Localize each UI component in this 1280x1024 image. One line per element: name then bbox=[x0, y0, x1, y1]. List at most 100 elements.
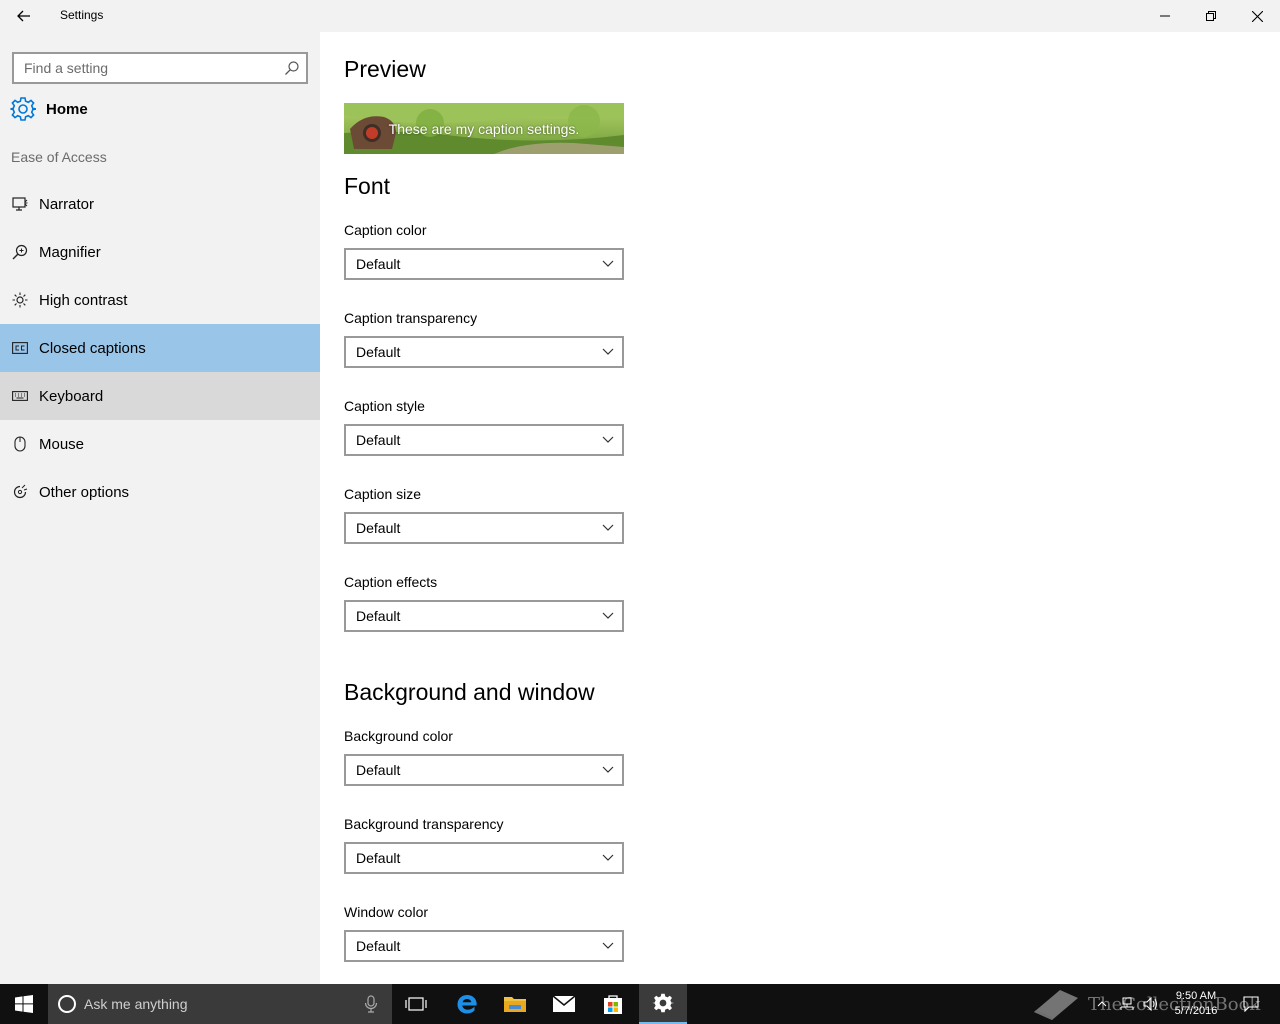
search-icon[interactable] bbox=[284, 60, 300, 76]
restore-icon bbox=[1206, 11, 1216, 21]
sidebar-item-magnifier[interactable]: Magnifier bbox=[0, 228, 320, 276]
gear-icon bbox=[10, 97, 36, 121]
main-content: Preview These are my caption settings. F… bbox=[320, 32, 1280, 984]
keyboard-icon bbox=[12, 388, 28, 404]
chevron-down-icon bbox=[602, 348, 614, 355]
sidebar-item-mouse[interactable]: Mouse bbox=[0, 420, 320, 468]
mail-button[interactable] bbox=[540, 984, 588, 1024]
store-icon bbox=[604, 995, 622, 1014]
caption-effects-dropdown[interactable]: Default bbox=[344, 600, 624, 632]
chevron-down-icon bbox=[602, 524, 614, 531]
home-label: Home bbox=[46, 100, 88, 118]
caption-effects-label: Caption effects bbox=[344, 574, 438, 590]
clock[interactable]: 9:50 AM 5/7/2016 bbox=[1166, 989, 1226, 1019]
file-explorer-button[interactable] bbox=[491, 984, 539, 1024]
minimize-button[interactable] bbox=[1142, 0, 1188, 32]
background-transparency-label: Background transparency bbox=[344, 816, 504, 832]
high-contrast-icon bbox=[12, 292, 28, 308]
volume-button[interactable] bbox=[1140, 984, 1162, 1024]
window-color-dropdown[interactable]: Default bbox=[344, 930, 624, 962]
background-color-label: Background color bbox=[344, 728, 453, 744]
closed-captions-icon bbox=[12, 340, 28, 356]
store-button[interactable] bbox=[589, 984, 637, 1024]
microphone-icon[interactable] bbox=[364, 995, 378, 1013]
section-title: Ease of Access bbox=[11, 149, 107, 165]
windows-logo-icon bbox=[15, 995, 33, 1013]
start-button[interactable] bbox=[0, 984, 48, 1024]
chevron-down-icon bbox=[602, 436, 614, 443]
chevron-down-icon bbox=[602, 854, 614, 861]
mail-icon bbox=[552, 995, 576, 1012]
caption-effects-value: Default bbox=[356, 608, 401, 624]
restore-button[interactable] bbox=[1188, 0, 1234, 32]
settings-taskbar-button[interactable] bbox=[639, 984, 687, 1024]
caption-size-dropdown[interactable]: Default bbox=[344, 512, 624, 544]
taskbar: Ask me anything TheCollectionBook 9:50 A… bbox=[0, 984, 1280, 1024]
background-transparency-value: Default bbox=[356, 850, 401, 866]
font-heading: Font bbox=[344, 173, 391, 199]
minimize-icon bbox=[1160, 15, 1170, 17]
back-button[interactable] bbox=[8, 4, 40, 28]
caption-transparency-label: Caption transparency bbox=[344, 310, 478, 326]
caption-color-label: Caption color bbox=[344, 222, 427, 238]
sidebar-item-label: Narrator bbox=[39, 195, 95, 213]
close-icon bbox=[1251, 10, 1263, 22]
caption-color-dropdown[interactable]: Default bbox=[344, 248, 624, 280]
mouse-icon bbox=[12, 436, 28, 452]
preview-heading: Preview bbox=[344, 56, 426, 82]
close-button[interactable] bbox=[1234, 0, 1280, 32]
back-arrow-icon bbox=[17, 10, 30, 22]
sidebar-item-label: Other options bbox=[39, 483, 130, 501]
chevron-down-icon bbox=[602, 612, 614, 619]
folder-icon bbox=[504, 997, 526, 1012]
sidebar-item-label: Keyboard bbox=[39, 387, 104, 405]
other-options-icon bbox=[12, 484, 28, 500]
sidebar-item-label: High contrast bbox=[39, 291, 128, 309]
clock-date: 5/7/2016 bbox=[1174, 1005, 1218, 1017]
task-view-button[interactable] bbox=[392, 984, 440, 1024]
cortana-icon bbox=[58, 995, 76, 1013]
book-logo-icon bbox=[1034, 990, 1078, 1020]
caption-color-value: Default bbox=[356, 256, 401, 272]
edge-icon bbox=[457, 995, 477, 1014]
action-center-button[interactable] bbox=[1238, 984, 1264, 1024]
sidebar-item-keyboard[interactable]: Keyboard bbox=[0, 372, 320, 420]
background-color-dropdown[interactable]: Default bbox=[344, 754, 624, 786]
chevron-down-icon bbox=[602, 260, 614, 267]
sidebar: Home Ease of Access Narrator Magnifier H… bbox=[0, 32, 320, 984]
search-input[interactable] bbox=[14, 54, 274, 82]
sidebar-item-closed-captions[interactable]: Closed captions bbox=[0, 324, 320, 372]
window-color-value: Default bbox=[356, 938, 401, 954]
sidebar-item-label: Mouse bbox=[39, 435, 85, 453]
background-window-heading: Background and window bbox=[344, 679, 595, 705]
cortana-search-text: Ask me anything bbox=[84, 996, 188, 1012]
show-hidden-icons-button[interactable] bbox=[1092, 984, 1112, 1024]
narrator-icon bbox=[12, 196, 28, 212]
preview-caption-text: These are my caption settings. bbox=[388, 121, 580, 137]
background-color-value: Default bbox=[356, 762, 401, 778]
caption-transparency-value: Default bbox=[356, 344, 401, 360]
sidebar-item-narrator[interactable]: Narrator bbox=[0, 180, 320, 228]
cortana-search-box[interactable]: Ask me anything bbox=[48, 984, 392, 1024]
speaker-icon bbox=[1143, 997, 1157, 1011]
home-button[interactable]: Home bbox=[10, 94, 88, 124]
network-icon bbox=[1120, 997, 1134, 1010]
network-button[interactable] bbox=[1116, 984, 1138, 1024]
chevron-down-icon bbox=[602, 766, 614, 773]
background-transparency-dropdown[interactable]: Default bbox=[344, 842, 624, 874]
caption-style-value: Default bbox=[356, 432, 401, 448]
caption-style-dropdown[interactable]: Default bbox=[344, 424, 624, 456]
sidebar-item-label: Magnifier bbox=[39, 243, 101, 261]
caption-size-label: Caption size bbox=[344, 486, 422, 502]
title-bar: Settings bbox=[0, 0, 1280, 32]
window-color-label: Window color bbox=[344, 904, 429, 920]
edge-browser-button[interactable] bbox=[443, 984, 491, 1024]
magnifier-icon bbox=[12, 244, 28, 260]
chevron-down-icon bbox=[602, 942, 614, 949]
sidebar-item-high-contrast[interactable]: High contrast bbox=[0, 276, 320, 324]
search-box bbox=[12, 52, 308, 84]
caption-transparency-dropdown[interactable]: Default bbox=[344, 336, 624, 368]
clock-time: 9:50 AM bbox=[1175, 990, 1217, 1002]
sidebar-item-other-options[interactable]: Other options bbox=[0, 468, 320, 516]
window-title: Settings bbox=[60, 8, 104, 22]
